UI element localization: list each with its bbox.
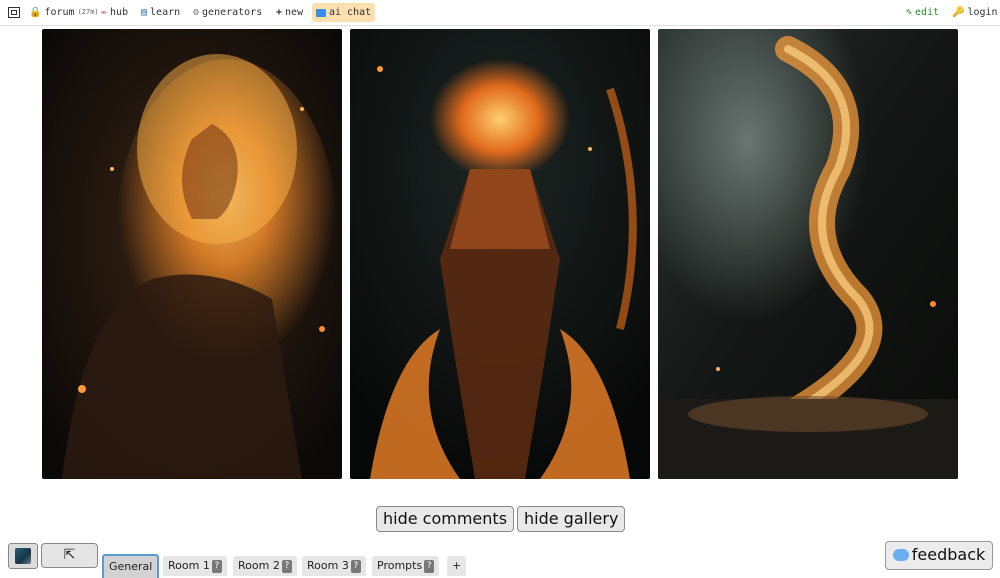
nav-edit-label: edit — [915, 7, 940, 18]
help-badge: ? — [281, 559, 292, 573]
tab-room-3[interactable]: Room 3 ? — [302, 556, 366, 576]
tab-room-1-label: Room 1 — [168, 559, 210, 572]
tab-general-label: General — [109, 560, 153, 573]
nav-new-label: new — [285, 7, 304, 18]
tab-room-2-label: Room 2 — [238, 559, 280, 572]
chat-icon — [316, 8, 326, 17]
help-badge: ? — [211, 559, 222, 573]
tab-general[interactable]: General — [102, 554, 160, 578]
gallery-image-1[interactable] — [42, 29, 342, 479]
speech-bubble-icon — [892, 549, 909, 561]
thumbnail-button[interactable] — [8, 543, 38, 569]
feedback-button[interactable]: feedback — [885, 541, 993, 570]
book-icon: ▤ — [141, 6, 148, 18]
nav-ai-chat[interactable]: ai chat — [312, 3, 376, 22]
feedback-label: feedback — [911, 545, 986, 564]
nav-hub[interactable]: ✒ hub — [101, 3, 128, 22]
key-icon: 🔑 — [952, 6, 965, 18]
nav-edit[interactable]: ✎ edit — [906, 3, 939, 22]
menu-box-icon[interactable] — [8, 3, 20, 22]
nav-learn[interactable]: ▤ learn — [141, 3, 180, 22]
add-tab-label: + — [452, 559, 462, 572]
hide-comments-button[interactable]: hide comments — [376, 506, 515, 532]
gallery-image-2[interactable] — [350, 29, 650, 479]
tab-room-2[interactable]: Room 2 ? — [233, 556, 297, 576]
tab-prompts-label: Prompts — [377, 559, 423, 572]
plus-icon: + — [276, 6, 283, 18]
add-tab-button[interactable]: + — [447, 556, 467, 576]
top-nav: 🔒 forum (27m) ✒ hub ▤ learn ⚙ generators… — [0, 0, 1000, 26]
nav-generators[interactable]: ⚙ generators — [193, 3, 262, 22]
help-badge: ? — [424, 559, 435, 573]
nav-login[interactable]: 🔑 login — [952, 3, 998, 22]
tab-room-3-label: Room 3 — [307, 559, 349, 572]
nav-forum-label: forum — [44, 7, 75, 18]
nav-learn-label: learn — [150, 7, 181, 18]
gallery-image-3[interactable] — [658, 29, 958, 479]
hide-gallery-button[interactable]: hide gallery — [517, 506, 626, 532]
nav-hub-label: hub — [110, 7, 129, 18]
edit-icon: ✎ — [906, 6, 913, 18]
image-gallery — [42, 29, 958, 479]
nav-new[interactable]: + new — [276, 3, 303, 22]
nav-ai-chat-label: ai chat — [329, 7, 372, 18]
nav-forum[interactable]: 🔒 forum (27m) — [29, 3, 99, 22]
lock-icon: 🔒 — [29, 6, 42, 18]
tab-room-1[interactable]: Room 1 ? — [163, 556, 227, 576]
image-thumbnail-icon — [15, 548, 31, 564]
gear-icon: ⚙ — [193, 6, 200, 18]
nav-forum-meta: (27m) — [77, 8, 99, 16]
help-badge: ? — [350, 559, 361, 573]
tab-prompts[interactable]: Prompts ? — [372, 556, 440, 576]
nav-generators-label: generators — [202, 7, 263, 18]
feather-icon: ✒ — [101, 6, 108, 18]
nav-login-label: login — [967, 7, 998, 18]
collapse-icon: ⇱ — [63, 547, 76, 563]
collapse-button[interactable]: ⇱ — [41, 543, 98, 568]
